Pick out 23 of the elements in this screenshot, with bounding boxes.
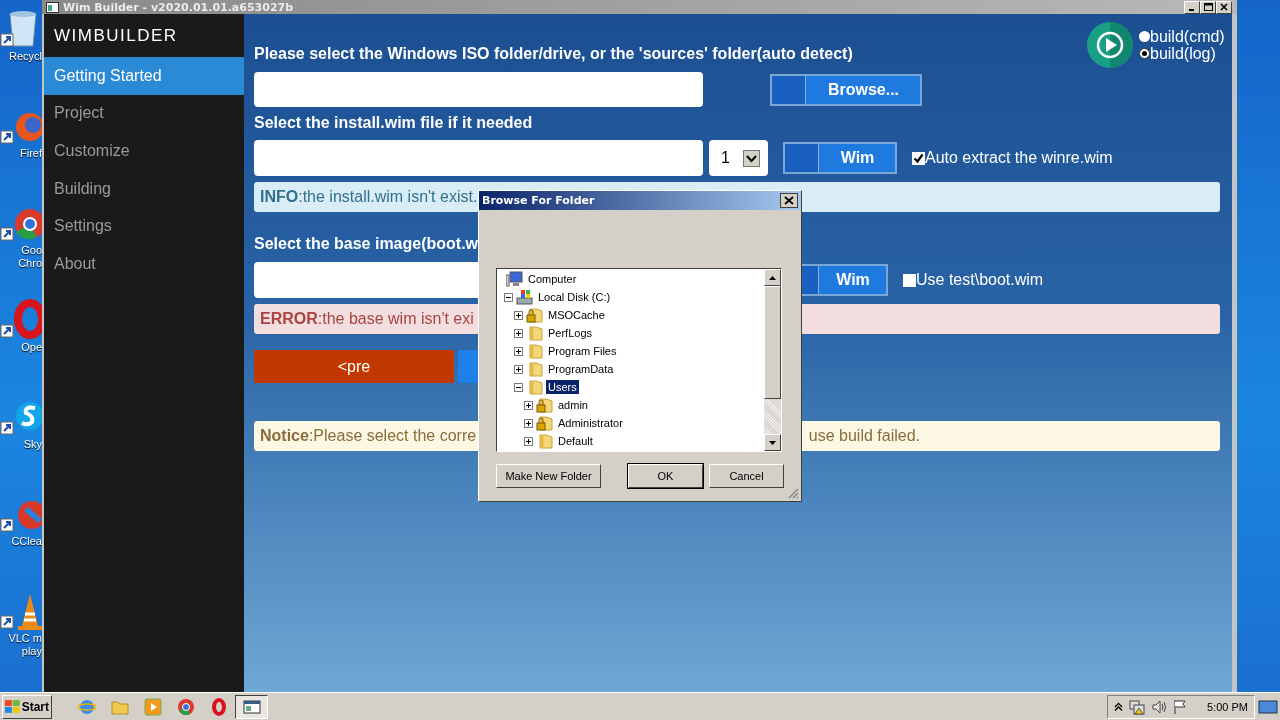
message-text: use build failed.: [808, 427, 920, 445]
icon-label: play: [21, 645, 42, 658]
app-logo-text: WIMBUILDER: [53, 24, 179, 47]
section-heading: Select the install.wim file if it needed: [254, 113, 533, 133]
icon-label: VLC m: [8, 632, 42, 645]
section-heading: Please select the Windows ISO folder/drive, or the 'sources' folder(auto detect): [254, 44, 853, 64]
icon-label: Recycl: [9, 50, 42, 63]
checkbox-label: Auto extract the winre.wim: [925, 149, 1113, 167]
icon-label: CClea: [11, 535, 42, 548]
message-text: ERROR:the base wim isn't exi: [260, 310, 474, 328]
icon-label: Goo: [21, 244, 42, 257]
radio-label: build(cmd): [1150, 28, 1225, 45]
section-heading: Select the base image(boot.w: [254, 234, 479, 254]
dialog-title: Browse For Folder: [482, 194, 595, 207]
icon-label: Sky: [23, 438, 42, 451]
window-title: Wim Builder - v2020.01.01.a653027b: [63, 0, 294, 14]
checkbox-label: Use test\boot.wim: [916, 271, 1044, 289]
icon-label: Firef: [20, 147, 42, 160]
icon-label: Ope: [21, 341, 42, 354]
icon-label: Chro: [18, 257, 42, 270]
message-text: INFO:the install.wim isn't exist.: [260, 188, 478, 206]
radio-label: build(log): [1150, 45, 1216, 62]
message-text: Notice:Please select the corre: [260, 427, 477, 445]
